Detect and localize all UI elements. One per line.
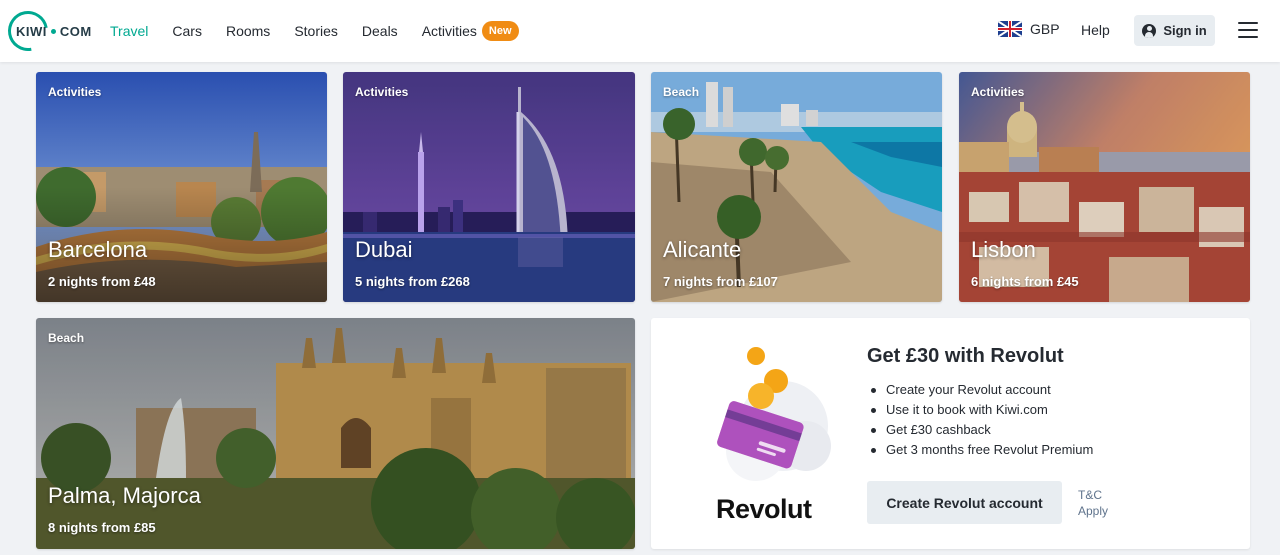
nav-cars[interactable]: Cars: [172, 23, 202, 39]
promo-title: Get £30 with Revolut: [867, 345, 1064, 367]
palma-image: [36, 318, 635, 549]
tc-line-2: Apply: [1078, 504, 1109, 518]
card-tag: Beach: [48, 331, 85, 345]
destination-card-palma[interactable]: Beach Palma, Majorca 8 nights from £85: [36, 318, 635, 549]
nav-activities-label: Activities: [421, 23, 477, 39]
card-price: 8 nights from £85: [48, 520, 156, 535]
nav-travel[interactable]: Travel: [110, 23, 148, 39]
main-nav: Travel Cars Rooms Stories Deals Activiti…: [110, 0, 519, 62]
card-price: 6 nights from £45: [971, 274, 1079, 289]
kiwi-logo[interactable]: KIWI COM: [0, 3, 91, 59]
card-city: Alicante: [663, 237, 742, 262]
currency-selector[interactable]: GBP: [998, 21, 1060, 37]
uk-flag-icon: [998, 21, 1022, 37]
barcelona-image: [36, 72, 327, 302]
tc-line-1: T&C: [1078, 488, 1102, 502]
lisbon-image: [959, 72, 1250, 302]
nav-rooms[interactable]: Rooms: [226, 23, 270, 39]
promo-benefits-list: Create your Revolut account Use it to bo…: [867, 380, 1093, 460]
card-tag: Beach: [663, 85, 700, 99]
card-tag: Activities: [48, 85, 102, 99]
destination-card-dubai[interactable]: Activities Dubai 5 nights from £268: [343, 72, 635, 302]
revolut-logo: Revolut: [716, 494, 812, 524]
user-icon: [1142, 23, 1157, 38]
alicante-image: [651, 72, 942, 302]
card-city: Lisbon: [971, 237, 1036, 262]
destination-card-alicante[interactable]: Beach Alicante 7 nights from £107: [651, 72, 942, 302]
card-tag: Activities: [355, 85, 409, 99]
promo-benefit-item: Use it to book with Kiwi.com: [867, 400, 1093, 420]
tc-apply-link[interactable]: T&C Apply: [1078, 487, 1108, 519]
top-header: KIWI COM Travel Cars Rooms Stories Deals …: [0, 0, 1280, 62]
logo-text-left: KIWI: [16, 23, 47, 39]
nav-deals[interactable]: Deals: [362, 23, 398, 39]
revolut-card-illustration: [717, 347, 831, 481]
logo-text-right: COM: [59, 23, 92, 39]
logo-dot-icon: [50, 28, 56, 34]
nav-activities[interactable]: Activities New: [422, 21, 519, 41]
dubai-image: [343, 72, 635, 302]
destination-card-barcelona[interactable]: Activities Barcelona 2 nights from £48: [36, 72, 327, 302]
card-price: 7 nights from £107: [663, 274, 778, 289]
create-revolut-account-button[interactable]: Create Revolut account: [867, 481, 1062, 524]
card-price: 2 nights from £48: [48, 274, 156, 289]
card-tag: Activities: [971, 85, 1025, 99]
promo-benefit-item: Get £30 cashback: [867, 420, 1093, 440]
card-city: Barcelona: [48, 237, 148, 262]
sign-in-button[interactable]: Sign in: [1134, 15, 1215, 46]
currency-label: GBP: [1030, 21, 1060, 37]
new-badge: New: [481, 21, 519, 41]
card-city: Dubai: [355, 237, 413, 262]
card-price: 5 nights from £268: [355, 274, 470, 289]
hamburger-menu-icon[interactable]: [1238, 22, 1258, 38]
help-link[interactable]: Help: [1081, 22, 1110, 38]
nav-stories[interactable]: Stories: [294, 23, 338, 39]
revolut-promo-panel: Revolut Get £30 with Revolut Create your…: [651, 318, 1250, 549]
promo-benefit-item: Get 3 months free Revolut Premium: [867, 440, 1093, 460]
card-city: Palma, Majorca: [48, 483, 201, 508]
sign-in-label: Sign in: [1163, 23, 1207, 38]
promo-benefit-item: Create your Revolut account: [867, 380, 1093, 400]
destination-card-lisbon[interactable]: Activities Lisbon 6 nights from £45: [959, 72, 1250, 302]
